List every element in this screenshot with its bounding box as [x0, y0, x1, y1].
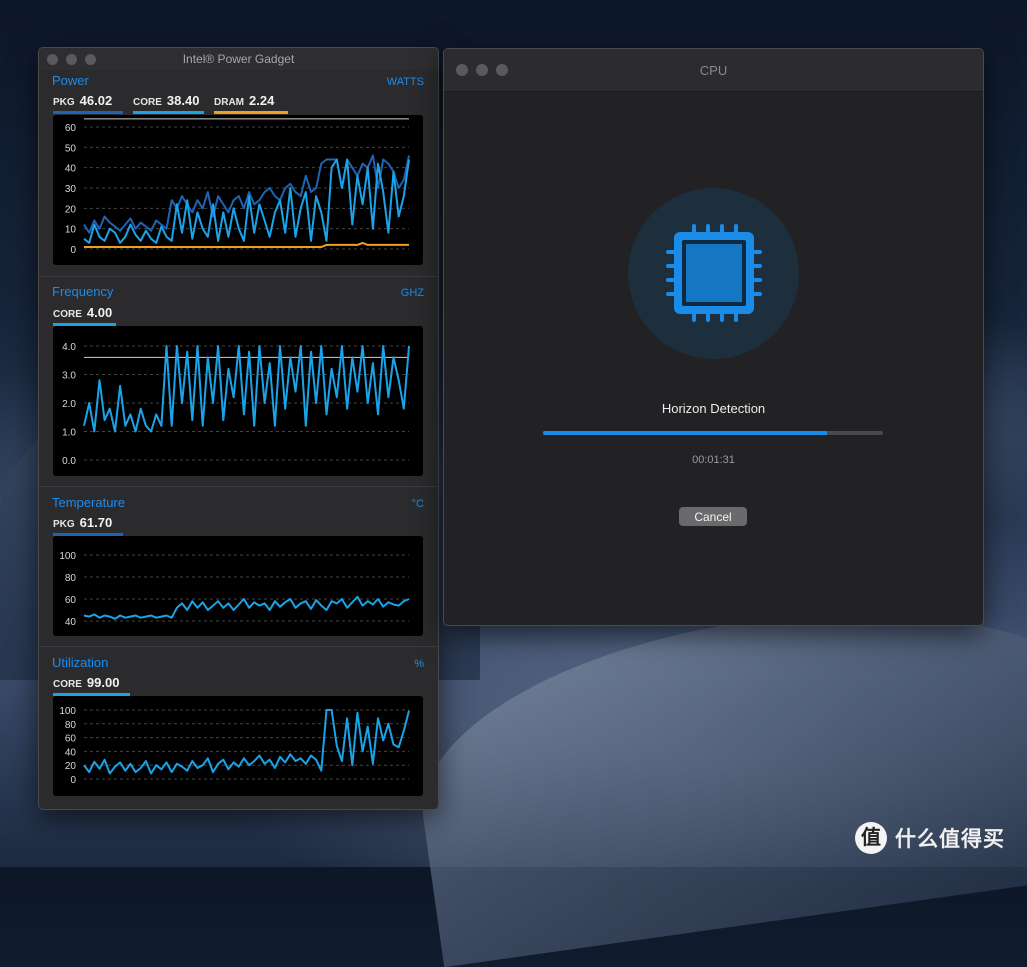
y-tick-label: 40	[65, 747, 77, 758]
temperature-chart: 100 80 60 40	[53, 536, 423, 636]
y-tick-label: 2.0	[62, 399, 76, 410]
metric-label: CORE	[53, 309, 82, 320]
utilization-section: Utilization % CORE 99.00 100 80 60 40 20 0	[39, 646, 438, 809]
metric-bar	[214, 111, 288, 114]
power-section: Power WATTS PKG 46.02 CORE 38.40 DRAM 2.24 …	[39, 70, 438, 276]
metric-label: DRAM	[214, 97, 244, 108]
y-tick-label: 80	[65, 720, 77, 731]
metric-value: 38.40	[166, 93, 200, 108]
section-unit: GHZ	[400, 287, 424, 299]
cpu-icon-badge	[628, 188, 799, 359]
metric-value: 2.24	[249, 93, 275, 108]
temperature-section: Temperature °C PKG 61.70 100 80 60 40	[39, 486, 438, 647]
y-tick-label: 100	[59, 706, 76, 717]
metric-value: 4.00	[86, 305, 113, 320]
frequency-section: Frequency GHZ CORE 4.00 4.0 3.0 2.0 1.0 0.0	[39, 276, 438, 487]
watermark-text: 什么值得买	[895, 828, 1005, 851]
section-title: Temperature	[52, 495, 125, 510]
y-tick-label: 10	[65, 225, 77, 236]
y-tick-label: 100	[59, 551, 76, 562]
section-title: Utilization	[52, 655, 109, 670]
y-tick-label: 60	[65, 595, 77, 606]
series-line-core	[83, 345, 410, 433]
metric-label: PKG	[53, 519, 75, 530]
progress-fill	[543, 431, 827, 435]
y-tick-label: 30	[65, 184, 77, 195]
metric-core: CORE 38.40	[133, 92, 204, 114]
section-unit: °C	[411, 498, 424, 510]
metric-pkg: PKG 46.02	[53, 92, 123, 114]
cpu-window: CPU Horizon Detection 00:01:31 Cancel	[443, 48, 984, 626]
metric-label: CORE	[133, 97, 162, 108]
elapsed-time: 00:01:31	[692, 454, 735, 466]
y-tick-label: 3.0	[62, 371, 76, 382]
task-label: Horizon Detection	[661, 401, 766, 416]
metric-pkg: PKG 61.70	[53, 514, 123, 536]
section-unit: %	[414, 658, 424, 670]
watermark: 值 什么值得买	[855, 822, 1005, 854]
y-tick-label: 50	[65, 143, 77, 154]
series-line-core	[83, 709, 410, 775]
metric-value: 61.70	[79, 515, 113, 530]
window-title: Intel® Power Gadget	[182, 52, 295, 66]
section-title: Frequency	[52, 284, 114, 299]
y-tick-label: 20	[65, 761, 77, 772]
y-tick-label: 1.0	[62, 428, 76, 439]
metric-bar	[53, 111, 123, 114]
y-tick-label: 0.0	[62, 456, 76, 467]
y-tick-label: 20	[65, 204, 77, 215]
watermark-logo: 值	[855, 822, 887, 854]
metric-core: CORE 4.00	[53, 304, 116, 326]
cancel-button[interactable]: Cancel	[679, 507, 747, 526]
metric-bar	[133, 111, 204, 114]
y-tick-label: 0	[70, 245, 76, 256]
metric-label: CORE	[53, 679, 82, 690]
metric-core: CORE 99.00	[53, 674, 130, 696]
metric-label: PKG	[53, 97, 75, 108]
frequency-chart: 4.0 3.0 2.0 1.0 0.0	[53, 326, 423, 476]
y-tick-label: 0	[70, 775, 76, 786]
section-title: Power	[52, 73, 89, 88]
power-gadget-window: Intel® Power Gadget Power WATTS PKG 46.02…	[38, 47, 439, 810]
wallpaper-dune-right	[402, 572, 1027, 967]
y-tick-label: 40	[65, 164, 77, 175]
series-line-pkg	[83, 595, 410, 620]
power-gadget-titlebar[interactable]: Intel® Power Gadget	[39, 48, 438, 70]
y-tick-label: 4.0	[62, 342, 76, 353]
cpu-chip-icon	[666, 224, 762, 322]
y-tick-label: 60	[65, 123, 77, 134]
y-tick-label: 40	[65, 617, 77, 628]
metric-value: 99.00	[86, 675, 120, 690]
cpu-titlebar[interactable]: CPU	[444, 49, 983, 92]
window-title: CPU	[699, 63, 728, 78]
progress-bar	[543, 431, 883, 435]
y-tick-label: 80	[65, 573, 77, 584]
metric-dram: DRAM 2.24	[214, 92, 288, 114]
series-line-dram	[84, 241, 409, 248]
utilization-chart: 100 80 60 40 20 0	[53, 696, 423, 796]
y-tick-label: 60	[65, 734, 77, 745]
metric-value: 46.02	[79, 93, 113, 108]
section-unit: WATTS	[386, 76, 424, 88]
power-chart: 60 50 40 30 20 10 0	[53, 115, 423, 265]
